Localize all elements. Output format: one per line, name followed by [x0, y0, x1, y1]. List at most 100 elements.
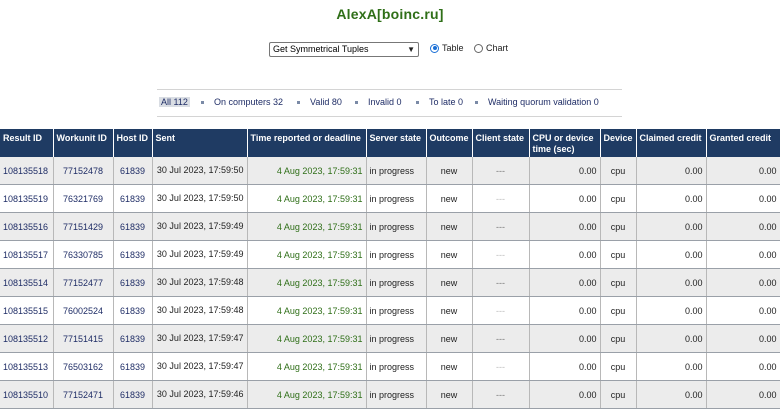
cell-claimed-credit: 0.00 [636, 296, 707, 325]
cell-device: cpu [600, 352, 637, 381]
cell-workunit-id[interactable]: 77151415 [53, 324, 114, 353]
cell-result-id[interactable]: 108135518 [0, 157, 54, 185]
col-header-cpu-time[interactable]: CPU or device time (sec) [529, 129, 601, 157]
cell-claimed-credit: 0.00 [636, 212, 707, 241]
radio-unchecked-icon[interactable] [474, 43, 483, 53]
cell-sent: 30 Jul 2023, 17:59:49 [152, 212, 248, 241]
cell-host-id[interactable]: 61839 [113, 157, 153, 185]
cell-sent: 30 Jul 2023, 17:59:47 [152, 324, 248, 353]
cell-workunit-id[interactable]: 77152471 [53, 380, 114, 409]
cell-outcome: new [426, 212, 473, 241]
cell-cpu-time: 0.00 [529, 240, 601, 269]
cell-host-id[interactable]: 61839 [113, 296, 153, 325]
cell-device: cpu [600, 268, 637, 297]
filter-invalid[interactable]: Invalid 0 [368, 97, 402, 107]
page-title: AlexA[boinc.ru] [336, 6, 444, 22]
cell-client-state: --- [472, 296, 530, 325]
app-select[interactable]: Get Symmetrical Tuples ▼ [269, 42, 419, 57]
cell-result-id[interactable]: 108135513 [0, 352, 54, 381]
col-header-outcome[interactable]: Outcome [426, 129, 473, 157]
cell-host-id[interactable]: 61839 [113, 184, 153, 213]
cell-host-id[interactable]: 61839 [113, 268, 153, 297]
cell-workunit-id[interactable]: 77152478 [53, 157, 114, 185]
table-row: 108135514 77152477 61839 30 Jul 2023, 17:59… [0, 268, 780, 297]
view-chart-label: Chart [486, 43, 509, 53]
view-table-option[interactable]: Table [430, 43, 464, 53]
cell-granted-credit: 0.00 [706, 184, 780, 213]
col-header-workunit-id[interactable]: Workunit ID [53, 129, 114, 157]
table-row: 108135512 77151415 61839 30 Jul 2023, 17:59… [0, 324, 780, 353]
col-header-server-state[interactable]: Server state [366, 129, 427, 157]
filter-all[interactable]: All 112 [159, 97, 190, 107]
cell-cpu-time: 0.00 [529, 157, 601, 185]
filter-waiting-quorum[interactable]: Waiting quorum validation 0 [488, 97, 599, 107]
cell-granted-credit: 0.00 [706, 380, 780, 409]
cell-granted-credit: 0.00 [706, 352, 780, 381]
cell-result-id[interactable]: 108135517 [0, 240, 54, 269]
cell-outcome: new [426, 268, 473, 297]
cell-claimed-credit: 0.00 [636, 268, 707, 297]
cell-workunit-id[interactable]: 76002524 [53, 296, 114, 325]
cell-host-id[interactable]: 61839 [113, 240, 153, 269]
separator-dot-icon [416, 101, 419, 104]
cell-sent: 30 Jul 2023, 17:59:48 [152, 268, 248, 297]
cell-sent: 30 Jul 2023, 17:59:46 [152, 380, 248, 409]
radio-checked-icon[interactable] [430, 43, 439, 53]
separator-dot-icon [475, 101, 478, 104]
col-header-device[interactable]: Device [600, 129, 637, 157]
cell-result-id[interactable]: 108135515 [0, 296, 54, 325]
cell-result-id[interactable]: 108135510 [0, 380, 54, 409]
filter-too-late[interactable]: To late 0 [429, 97, 463, 107]
cell-sent: 30 Jul 2023, 17:59:50 [152, 184, 248, 213]
cell-workunit-id[interactable]: 76321769 [53, 184, 114, 213]
cell-workunit-id[interactable]: 76503162 [53, 352, 114, 381]
table-row: 108135518 77152478 61839 30 Jul 2023, 17:59… [0, 157, 780, 185]
cell-workunit-id[interactable]: 77152477 [53, 268, 114, 297]
cell-granted-credit: 0.00 [706, 268, 780, 297]
cell-device: cpu [600, 296, 637, 325]
col-header-host-id[interactable]: Host ID [113, 129, 153, 157]
cell-workunit-id[interactable]: 77151429 [53, 212, 114, 241]
cell-result-id[interactable]: 108135512 [0, 324, 54, 353]
col-header-claimed-credit[interactable]: Claimed credit [636, 129, 707, 157]
cell-claimed-credit: 0.00 [636, 240, 707, 269]
col-header-time-reported[interactable]: Time reported or deadline [247, 129, 367, 157]
cell-workunit-id[interactable]: 76330785 [53, 240, 114, 269]
cell-granted-credit: 0.00 [706, 324, 780, 353]
cell-result-id[interactable]: 108135519 [0, 184, 54, 213]
cell-outcome: new [426, 324, 473, 353]
cell-server-state: in progress [366, 157, 427, 185]
cell-result-id[interactable]: 108135516 [0, 212, 54, 241]
cell-granted-credit: 0.00 [706, 240, 780, 269]
separator-dot-icon [297, 101, 300, 104]
table-row: 108135516 77151429 61839 30 Jul 2023, 17:59… [0, 212, 780, 241]
cell-client-state: --- [472, 240, 530, 269]
cell-deadline: 4 Aug 2023, 17:59:31 [247, 268, 367, 297]
cell-device: cpu [600, 240, 637, 269]
col-header-granted-credit[interactable]: Granted credit [706, 129, 780, 157]
table-row: 108135510 77152471 61839 30 Jul 2023, 17:59… [0, 380, 780, 409]
filter-valid[interactable]: Valid 80 [310, 97, 342, 107]
cell-client-state: --- [472, 352, 530, 381]
cell-deadline: 4 Aug 2023, 17:59:31 [247, 296, 367, 325]
view-chart-option[interactable]: Chart [474, 43, 508, 53]
cell-host-id[interactable]: 61839 [113, 352, 153, 381]
col-header-client-state[interactable]: Client state [472, 129, 530, 157]
filter-bar: All 112 On computers 32 Valid 80 Invalid… [157, 89, 622, 117]
filter-on-computers[interactable]: On computers 32 [214, 97, 283, 107]
cell-cpu-time: 0.00 [529, 212, 601, 241]
col-header-sent[interactable]: Sent [152, 129, 248, 157]
cell-host-id[interactable]: 61839 [113, 324, 153, 353]
cell-claimed-credit: 0.00 [636, 352, 707, 381]
cell-result-id[interactable]: 108135514 [0, 268, 54, 297]
cell-granted-credit: 0.00 [706, 212, 780, 241]
table-header-row: Result ID Workunit ID Host ID Sent Time … [0, 129, 780, 157]
col-header-result-id[interactable]: Result ID [0, 129, 54, 157]
cell-host-id[interactable]: 61839 [113, 380, 153, 409]
cell-deadline: 4 Aug 2023, 17:59:31 [247, 212, 367, 241]
cell-host-id[interactable]: 61839 [113, 212, 153, 241]
view-controls: Get Symmetrical Tuples ▼ Table Chart [0, 42, 780, 60]
cell-server-state: in progress [366, 324, 427, 353]
cell-granted-credit: 0.00 [706, 296, 780, 325]
cell-deadline: 4 Aug 2023, 17:59:31 [247, 324, 367, 353]
